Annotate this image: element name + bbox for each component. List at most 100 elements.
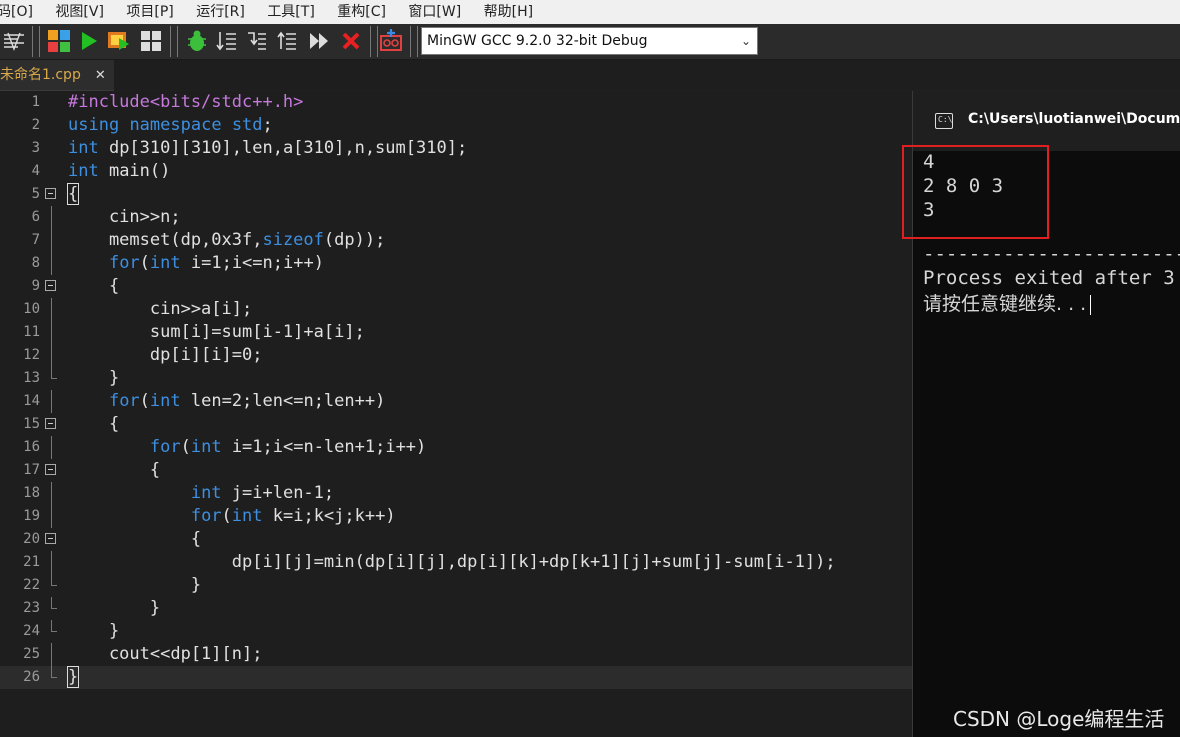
menu-item-refactor[interactable]: 重构[C] [337,0,386,24]
fold-toggle-icon[interactable] [45,533,56,544]
text-cursor [1090,294,1092,315]
console-exit-line: Process exited after 3 [923,267,1175,289]
format-code-icon[interactable] [0,27,28,55]
compile-run-icon[interactable] [104,27,134,55]
code-editor[interactable]: 1 #include<bits/stdc++.h> 2 using namesp… [0,91,912,737]
continue-icon[interactable] [304,27,334,55]
code-line: 9 { [0,275,912,298]
compile-icon[interactable] [44,27,74,55]
code-line: 24 } [0,620,912,643]
code-line: 4 int main() [0,160,912,183]
menu-item-view[interactable]: 视图[V] [55,0,104,24]
code-line: 17 { [0,459,912,482]
close-icon[interactable]: ✕ [95,68,106,83]
line-number: 9 [31,278,40,294]
stop-debug-icon[interactable] [336,27,366,55]
code-line: 20 { [0,528,912,551]
rebuild-all-icon[interactable] [136,27,166,55]
debug-bug-icon[interactable] [182,27,212,55]
line-number: 1 [31,94,40,110]
code-line: 5 { [0,183,912,206]
code-line: 13 } [0,367,912,390]
line-number: 5 [31,186,40,202]
fold-guide [51,551,52,574]
fold-end-marker [51,574,57,586]
code-text: cin>>a[i]; [68,299,253,319]
fold-toggle-icon[interactable] [45,188,56,199]
watermark: CSDN @Loge编程生活 [953,707,1165,731]
fold-end-marker [51,666,57,678]
fold-guide [51,390,52,413]
code-text: for(int k=i;k<j;k++) [190,506,396,526]
fold-end-marker [51,620,57,632]
code-line: 15 { [0,413,912,436]
code-text: dp[i][j]=min(dp[i][j],dp[i][k]+dp[k+1][j… [68,552,836,572]
fold-guide [51,436,52,459]
menu-item-project[interactable]: 项目[P] [126,0,173,24]
fold-guide [51,206,52,229]
line-number: 25 [23,646,40,662]
line-number: 24 [23,623,40,639]
line-number: 11 [23,324,40,340]
code-text: memset(dp,0x3f,sizeof(dp)); [68,230,386,250]
code-line: 18 int j=i+len-1; [0,482,912,505]
line-number: 23 [23,600,40,616]
run-icon[interactable] [74,27,104,55]
code-text: for(int i=1;i<=n;i++) [108,253,324,273]
code-line: 16 for(int i=1;i<=n-len+1;i++) [0,436,912,459]
line-number: 21 [23,554,40,570]
code-line: 21 dp[i][j]=min(dp[i][j],dp[i][k]+dp[k+1… [0,551,912,574]
tab-file[interactable]: 未命名1.cpp ✕ [0,60,114,92]
menu-item-run[interactable]: 运行[R] [196,0,245,24]
menu-item-help[interactable]: 帮助[H] [484,0,533,24]
fold-end-marker [51,597,57,609]
fold-toggle-icon[interactable] [45,418,56,429]
line-number: 19 [23,508,40,524]
code-text: { [68,529,202,549]
console-title-bar[interactable]: C:\ C:\Users\luotianwei\Documer [913,91,1180,151]
menu-item-refactor-partial[interactable]: 码[O] [0,0,33,24]
code-line: 8 for(int i=1;i<=n;i++) [0,252,912,275]
menu-item-tools[interactable]: 工具[T] [267,0,314,24]
toolbar-separator [410,26,418,57]
code-text: for(int len=2;len<=n;len++) [108,391,386,411]
code-text: int j=i+len-1; [190,483,335,503]
code-text: { [68,414,120,434]
compiler-select-value: MinGW GCC 9.2.0 32-bit Debug [427,33,648,49]
fold-toggle-icon[interactable] [45,280,56,291]
chevron-down-icon: ⌄ [740,34,751,48]
line-number: 6 [31,209,40,225]
code-text: int main() [68,161,171,181]
fold-guide [51,229,52,252]
compiler-select[interactable]: MinGW GCC 9.2.0 32-bit Debug ⌄ [421,27,758,55]
code-text: { [68,460,161,480]
step-into-icon[interactable] [242,27,272,55]
line-number: 20 [23,531,40,547]
code-text: } [66,666,80,688]
line-number: 18 [23,485,40,501]
code-text: cin>>n; [68,207,181,227]
toolbar-separator [170,26,178,57]
console-title: C:\Users\luotianwei\Documer [968,111,1180,127]
highlight-box [902,145,1049,239]
code-line: 12 dp[i][i]=0; [0,344,912,367]
step-over-icon[interactable] [212,27,242,55]
line-number: 10 [23,301,40,317]
code-text: } [68,598,161,618]
code-line: 25 cout<<dp[1][n]; [0,643,912,666]
menu-bar: 码[O] 视图[V] 项目[P] 运行[R] 工具[T] 重构[C] 窗口[W]… [0,0,1180,24]
code-text: cout<<dp[1][n]; [68,644,263,664]
editor-tab-bar: 未命名1.cpp ✕ [0,60,1180,92]
profile-icon[interactable] [376,27,406,55]
code-line: 2 using namespace std; [0,114,912,137]
line-number: 12 [23,347,40,363]
code-text: int dp[310][310],len,a[310],n,sum[310]; [68,138,468,158]
line-number: 26 [23,669,40,685]
step-out-icon[interactable] [272,27,302,55]
code-line: 10 cin>>a[i]; [0,298,912,321]
line-number: 8 [31,255,40,271]
menu-item-window[interactable]: 窗口[W] [408,0,461,24]
code-text: } [68,368,120,388]
fold-toggle-icon[interactable] [45,464,56,475]
code-line: 7 memset(dp,0x3f,sizeof(dp)); [0,229,912,252]
